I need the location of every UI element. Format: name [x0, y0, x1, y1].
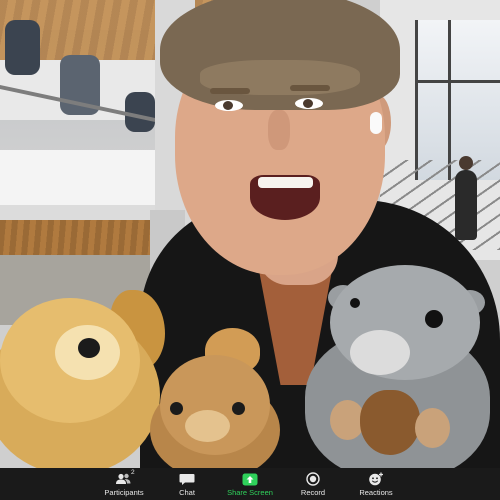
plush-eye	[425, 310, 443, 328]
brow	[210, 88, 250, 94]
plush-face	[185, 410, 230, 442]
share-screen-button[interactable]: Share Screen	[219, 468, 282, 500]
reactions-icon	[367, 472, 385, 486]
background-person	[455, 156, 477, 240]
chair	[5, 20, 40, 75]
reactions-button[interactable]: Reactions	[345, 468, 408, 500]
plush-paw	[415, 408, 450, 448]
record-icon	[304, 472, 322, 486]
eye	[215, 100, 243, 111]
chat-icon	[178, 472, 196, 486]
share-screen-icon	[241, 472, 259, 486]
record-label: Record	[300, 488, 326, 497]
participants-label: Participants	[104, 488, 144, 497]
meeting-toolbar: 2 Participants Chat Share Screen Record …	[0, 468, 500, 500]
plush-eye	[170, 402, 183, 415]
plush-acorn	[360, 390, 420, 455]
zoom-meeting-window: 2 Participants Chat Share Screen Record …	[0, 0, 500, 500]
record-button[interactable]: Record	[282, 468, 345, 500]
eye	[295, 98, 323, 109]
window-frame	[415, 20, 500, 180]
lower-ceiling	[0, 220, 160, 255]
plush-eye	[78, 338, 100, 358]
plush-eye	[350, 298, 360, 308]
chat-label: Chat	[179, 488, 195, 497]
participants-icon: 2	[115, 469, 135, 486]
teeth	[258, 177, 313, 188]
nose	[268, 110, 290, 150]
participants-button[interactable]: 2 Participants	[93, 468, 156, 500]
brow	[290, 85, 330, 91]
participant-video	[0, 0, 500, 468]
reactions-label: Reactions	[359, 488, 393, 497]
plush-eye	[232, 402, 245, 415]
plush-snout	[350, 330, 410, 375]
participants-count: 2	[131, 469, 135, 476]
chat-button[interactable]: Chat	[156, 468, 219, 500]
earbud	[370, 112, 382, 134]
share-screen-label: Share Screen	[227, 488, 273, 497]
hair	[160, 0, 400, 110]
